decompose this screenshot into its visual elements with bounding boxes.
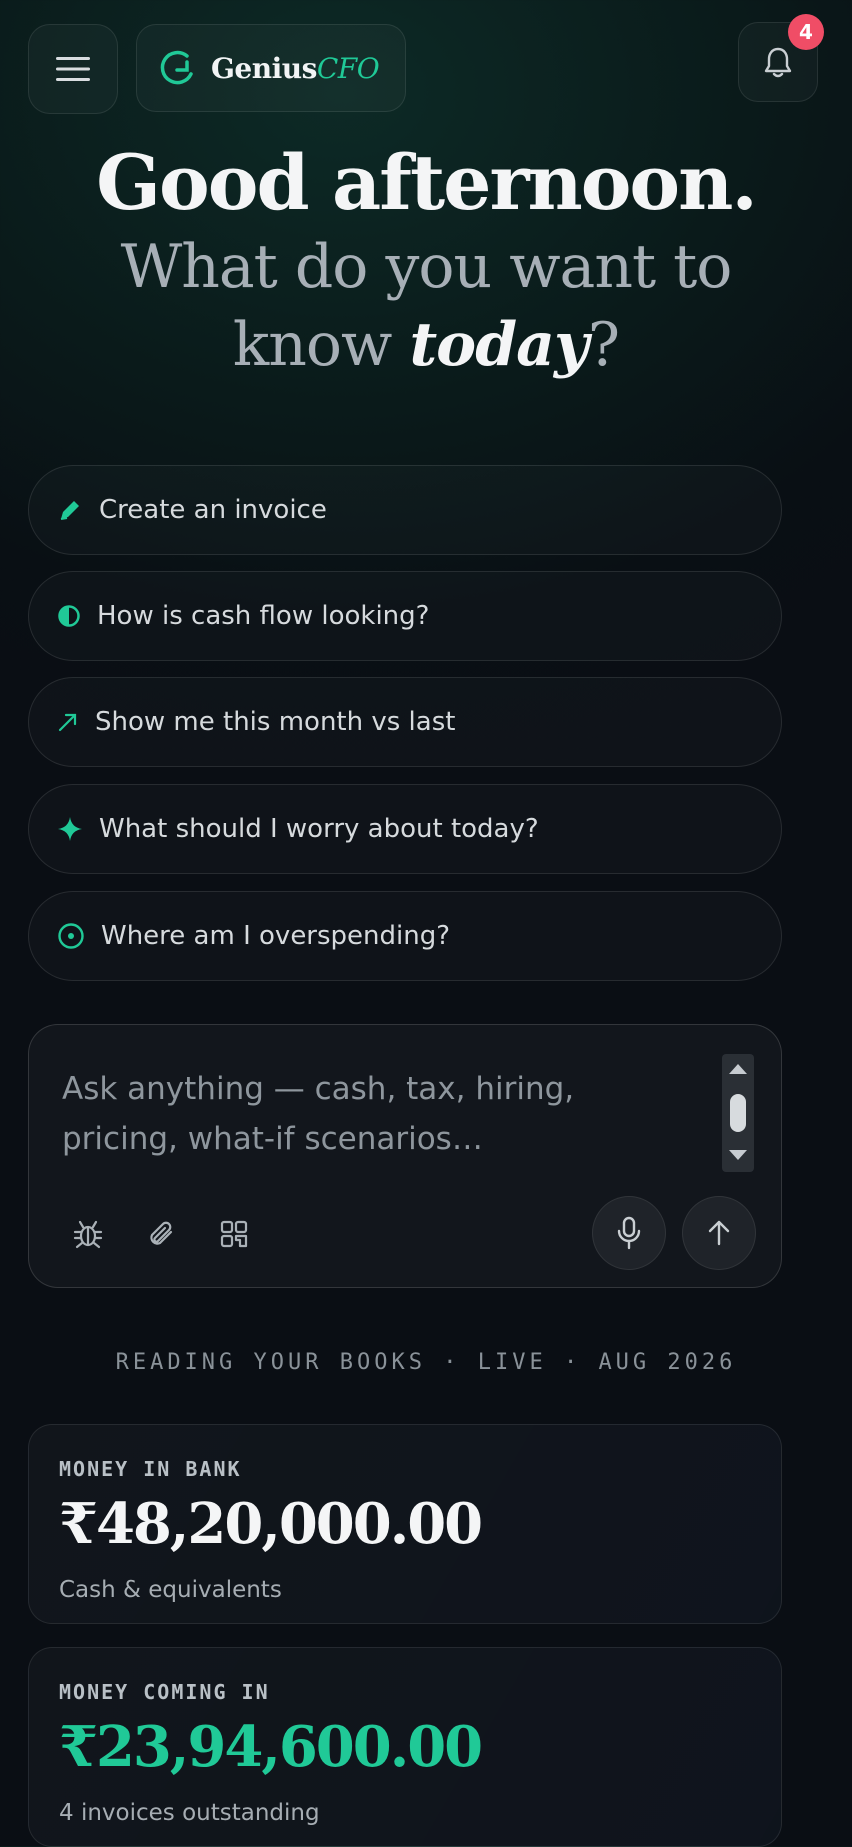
card-label: MONEY COMING IN: [59, 1680, 270, 1704]
half-circle-icon: [58, 605, 80, 627]
bell-icon: [764, 47, 792, 78]
suggestion-label: How is cash flow looking?: [97, 601, 430, 631]
brand-name-primary: Genius: [211, 51, 317, 85]
sparkle-icon: [58, 817, 82, 841]
brand-logo[interactable]: GeniusCFO: [136, 24, 406, 112]
question-word: know: [232, 310, 392, 380]
money-coming-in-card[interactable]: MONEY COMING IN ₹23,94,600.00 4 invoices…: [28, 1647, 782, 1847]
suggestion-create-invoice[interactable]: Create an invoice: [28, 465, 782, 555]
suggestion-label: Show me this month vs last: [95, 707, 456, 737]
menu-button[interactable]: [28, 24, 118, 114]
greeting-heading: Good afternoon.: [96, 138, 758, 227]
question-line-2: know today?: [0, 306, 852, 384]
voice-input-button[interactable]: [592, 1196, 666, 1270]
card-label: MONEY IN BANK: [59, 1457, 242, 1481]
paperclip-icon: [150, 1221, 173, 1245]
notification-badge: 4: [788, 14, 824, 50]
card-amount: ₹48,20,000.00: [59, 1491, 483, 1557]
attach-button[interactable]: [141, 1214, 181, 1254]
widgets-button[interactable]: [214, 1214, 254, 1254]
target-icon: [58, 923, 84, 949]
scroll-up-icon: [729, 1064, 747, 1074]
card-amount: ₹23,94,600.00: [59, 1714, 483, 1780]
card-subtitle: Cash & equivalents: [59, 1577, 282, 1603]
suggestion-worries[interactable]: What should I worry about today?: [28, 784, 782, 874]
scroll-thumb[interactable]: [730, 1094, 746, 1132]
suggestion-label: Create an invoice: [99, 495, 327, 525]
ask-input[interactable]: Ask anything — cash, tax, hiring, pricin…: [62, 1064, 682, 1164]
composer-scrollbar[interactable]: [722, 1054, 754, 1172]
scroll-down-icon: [729, 1150, 747, 1160]
brand-name-accent: CFO: [316, 51, 380, 85]
grid-icon: [220, 1220, 248, 1248]
card-subtitle: 4 invoices outstanding: [59, 1800, 320, 1826]
pencil-icon: [60, 501, 79, 520]
money-in-bank-card[interactable]: MONEY IN BANK ₹48,20,000.00 Cash & equiv…: [28, 1424, 782, 1624]
send-button[interactable]: [682, 1196, 756, 1270]
question-line-1: What do you want to: [120, 232, 733, 302]
trend-arrow-icon: [58, 713, 77, 732]
debug-button[interactable]: [68, 1214, 108, 1254]
logo-icon: [160, 50, 193, 85]
brand-name: GeniusCFO: [211, 51, 380, 85]
bug-icon: [73, 1220, 103, 1249]
question-emphasis: today: [409, 310, 588, 380]
suggestion-month-comparison[interactable]: Show me this month vs last: [28, 677, 782, 767]
microphone-icon: [617, 1216, 641, 1250]
question-heading: What do you want to know today?: [0, 228, 852, 384]
suggestion-cash-flow[interactable]: How is cash flow looking?: [28, 571, 782, 661]
hamburger-icon: [56, 57, 90, 81]
books-status-line: READING YOUR BOOKS · LIVE · AUG 2026: [115, 1350, 737, 1375]
suggestion-label: What should I worry about today?: [99, 814, 539, 844]
suggestion-label: Where am I overspending?: [101, 921, 451, 951]
suggestion-overspending[interactable]: Where am I overspending?: [28, 891, 782, 981]
arrow-up-icon: [708, 1220, 730, 1246]
question-mark: ?: [587, 310, 620, 380]
